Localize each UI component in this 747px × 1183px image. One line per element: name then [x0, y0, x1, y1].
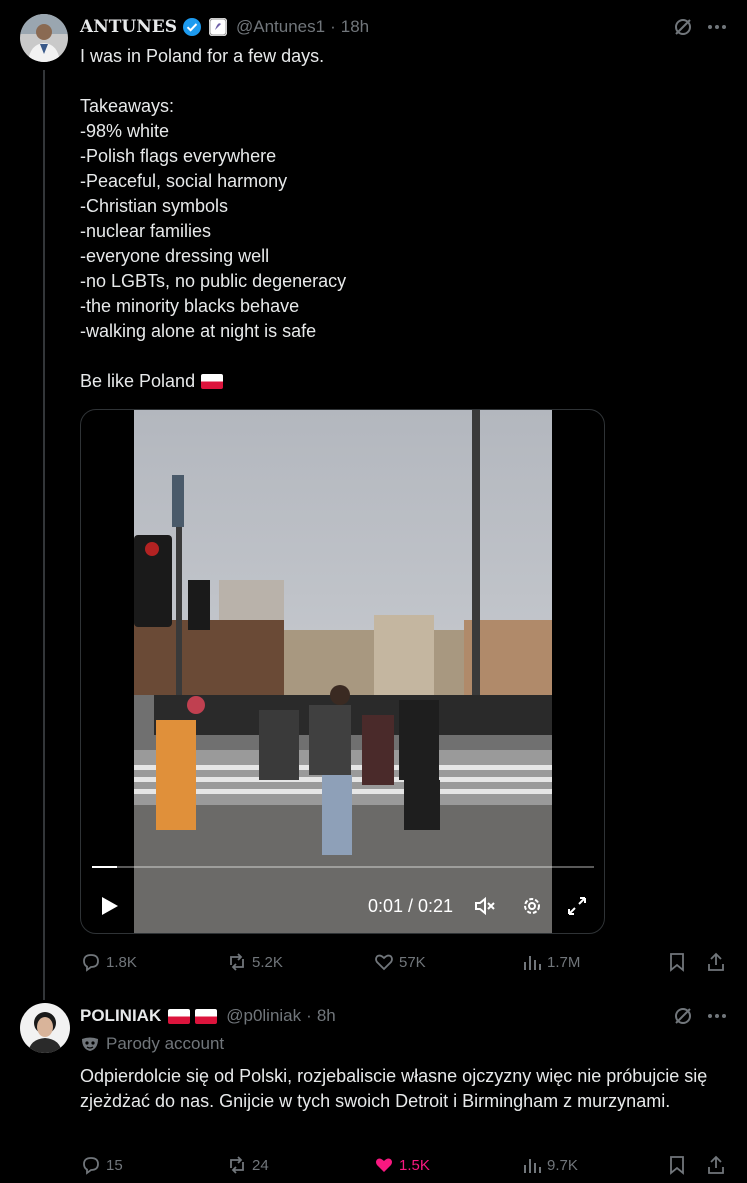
bookmark-icon: [670, 1156, 684, 1175]
views-button[interactable]: 1.7M: [521, 951, 580, 973]
display-name[interactable]: POLINIAK: [80, 1006, 161, 1026]
mute-icon[interactable]: [473, 894, 497, 918]
repost-button[interactable]: 24: [226, 1154, 269, 1176]
video-frame: [134, 410, 552, 933]
reply-button[interactable]: 1.8K: [80, 951, 137, 973]
tweet1-closing-line: Be like Poland: [80, 369, 224, 394]
handle[interactable]: @p0liniak: [226, 1006, 301, 1026]
tweet1-text: I was in Poland for a few days. Takeaway…: [80, 46, 347, 341]
grok-icon[interactable]: [672, 16, 694, 38]
poland-flag-icon: [168, 1008, 191, 1024]
display-name[interactable]: ANTUNES: [80, 17, 177, 37]
views-count: 1.7M: [547, 953, 581, 971]
thread-line: [43, 70, 45, 1000]
like-button[interactable]: 57K: [373, 951, 426, 973]
bookmark-icon: [670, 953, 684, 972]
avatar-poliniak[interactable]: [20, 1003, 70, 1053]
tweet1-header: ANTUNES @Antunes1 · 18h: [80, 15, 369, 39]
views-icon: [524, 956, 541, 970]
timestamp[interactable]: 18h: [341, 17, 369, 37]
repost-count: 5.2K: [252, 953, 283, 971]
share-icon: [708, 952, 724, 971]
views-icon: [524, 1159, 541, 1173]
video-player[interactable]: 0:01 / 0:21: [80, 409, 605, 934]
repost-count: 24: [252, 1156, 269, 1174]
separator: ·: [306, 1006, 312, 1025]
closing-text: Be like Poland: [80, 371, 196, 391]
parody-label: Parody account: [80, 1034, 224, 1054]
parody-text: Parody account: [106, 1034, 225, 1053]
share-button[interactable]: [705, 951, 727, 973]
parody-mask-icon: [80, 1034, 100, 1054]
reply-icon: [83, 1157, 99, 1175]
settings-icon[interactable]: [520, 894, 544, 918]
more-options-icon[interactable]: [706, 1005, 728, 1027]
tweet2-header: POLINIAK @p0liniak · 8h: [80, 1004, 336, 1028]
play-button[interactable]: [97, 894, 121, 918]
poland-flag-icon: [201, 374, 224, 389]
like-count: 1.5K: [399, 1156, 430, 1174]
tweet2-text: Odpierdolcie się od Polski, rozjebalisci…: [80, 1066, 708, 1111]
share-button[interactable]: [705, 1154, 727, 1176]
verified-badge-icon[interactable]: [182, 17, 202, 37]
views-button[interactable]: 9.7K: [521, 1154, 578, 1176]
like-count: 57K: [399, 953, 426, 971]
grok-icon[interactable]: [672, 1005, 694, 1027]
like-icon-filled: [376, 1158, 392, 1172]
bookmark-button[interactable]: [666, 1154, 688, 1176]
repost-icon: [230, 953, 244, 971]
reply-icon: [83, 954, 99, 972]
separator: ·: [330, 17, 336, 36]
video-time: 0:01 / 0:21: [368, 896, 454, 916]
avatar-antunes[interactable]: [20, 14, 68, 62]
share-icon: [708, 1155, 724, 1174]
like-button[interactable]: 1.5K: [373, 1154, 430, 1176]
video-progress-track[interactable]: [92, 866, 594, 868]
poland-flag-icon: [195, 1008, 218, 1024]
affiliate-badge-icon[interactable]: [208, 18, 227, 36]
more-options-icon[interactable]: [706, 16, 728, 38]
reply-count: 15: [106, 1156, 123, 1174]
reply-count: 1.8K: [106, 953, 137, 971]
like-icon: [375, 954, 393, 971]
video-progress-fill: [92, 866, 118, 868]
views-count: 9.7K: [547, 1156, 578, 1174]
repost-icon: [230, 1156, 244, 1174]
bookmark-button[interactable]: [666, 951, 688, 973]
reply-button[interactable]: 15: [80, 1154, 123, 1176]
tweet1-actions: 1.8K 5.2K 57K 1.7M: [80, 951, 730, 975]
fullscreen-icon[interactable]: [565, 894, 589, 918]
tweet2-actions: 15 24 1.5K 9.7K: [80, 1154, 730, 1178]
timestamp[interactable]: 8h: [317, 1006, 336, 1026]
handle[interactable]: @Antunes1: [236, 17, 325, 37]
repost-button[interactable]: 5.2K: [226, 951, 283, 973]
